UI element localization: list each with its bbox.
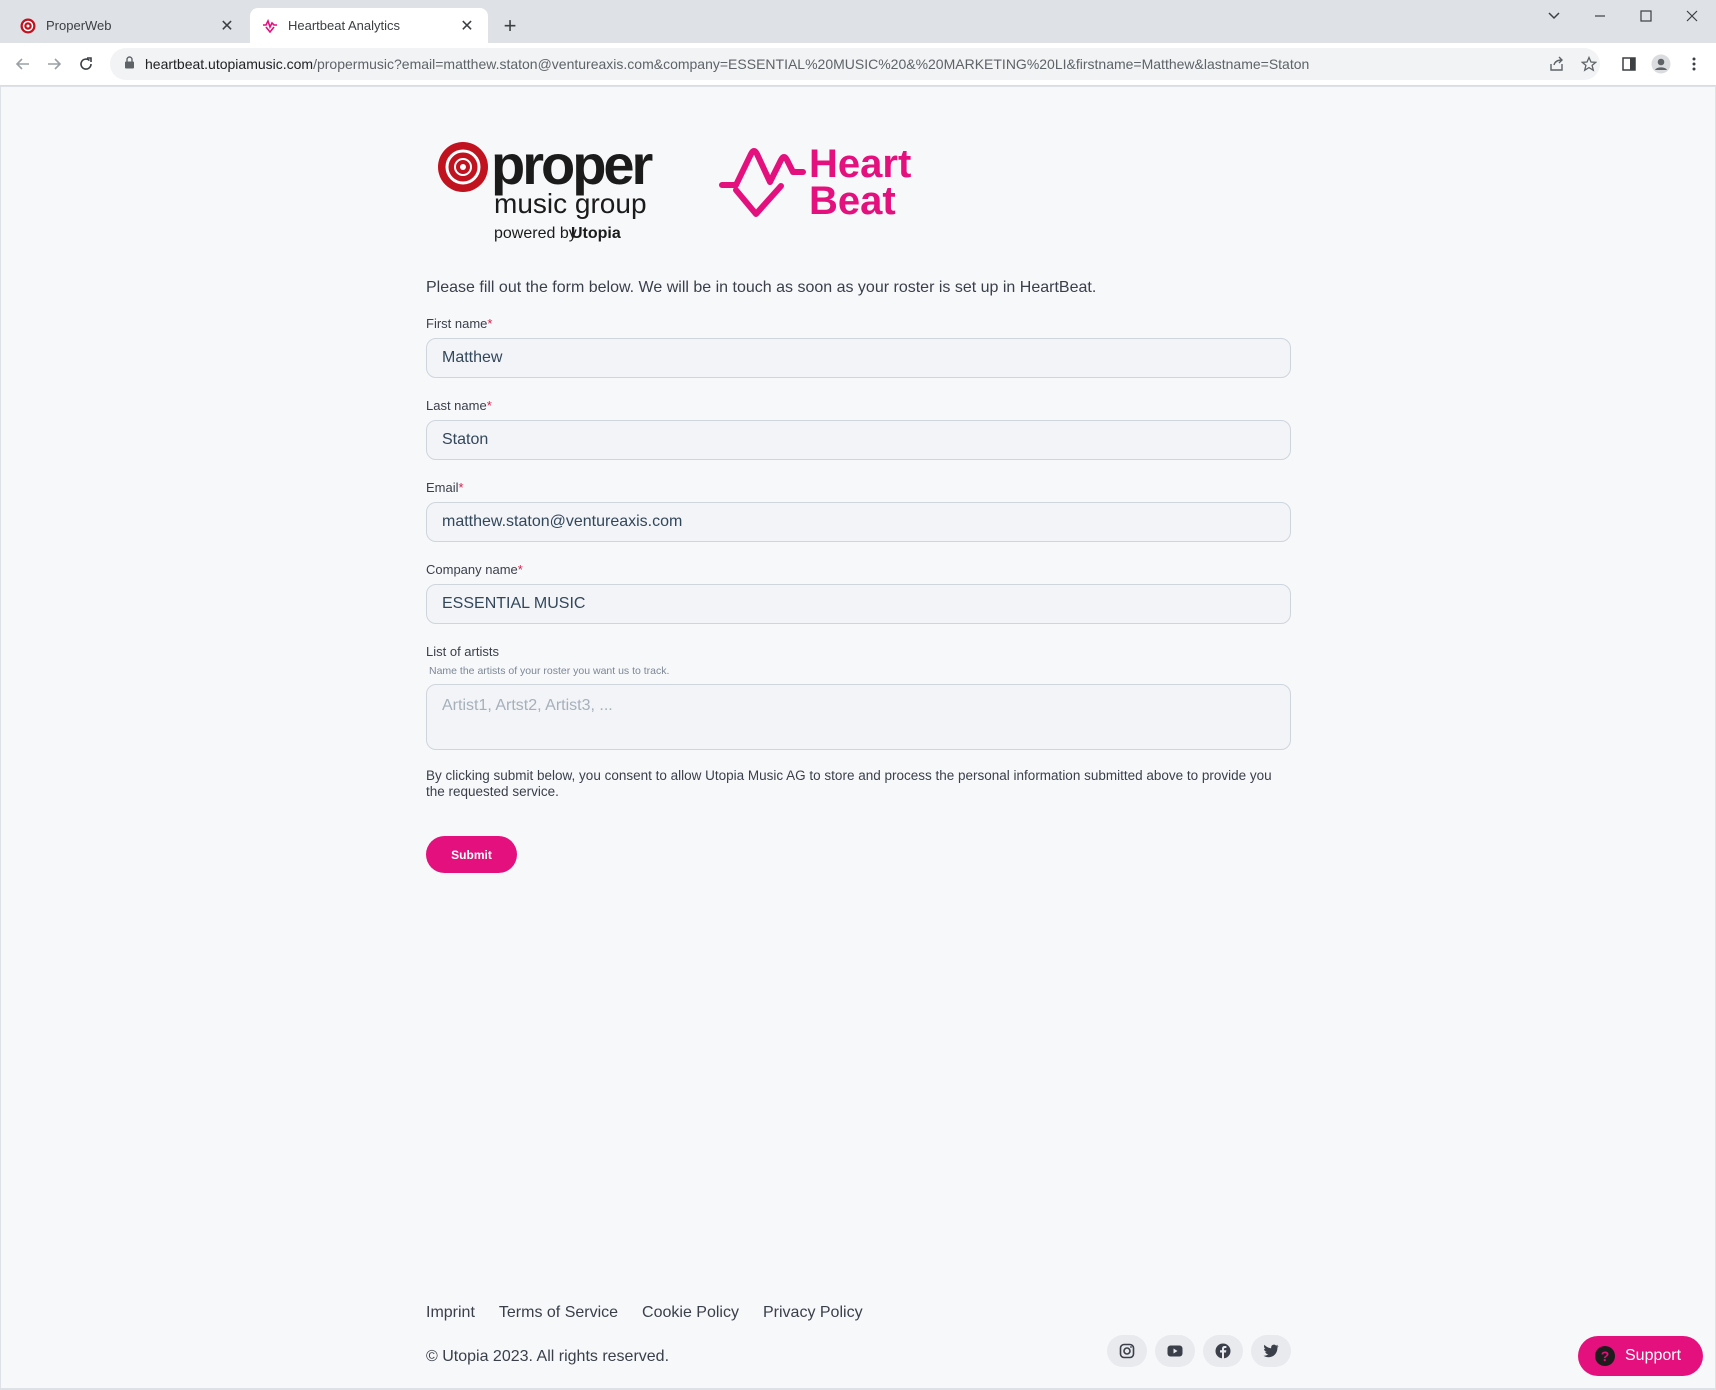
forward-icon[interactable] — [39, 49, 69, 79]
required-asterisk: * — [458, 480, 464, 495]
required-asterisk: * — [486, 398, 492, 413]
imprint-link[interactable]: Imprint — [426, 1304, 475, 1322]
tab-heartbeat-analytics[interactable]: Heartbeat Analytics ✕ — [250, 8, 488, 43]
proper-music-group-logo: proper music group powered by Utopia — [438, 140, 656, 242]
input-value: ESSENTIAL MUSIC — [442, 595, 586, 612]
heartbeat-favicon-icon — [262, 18, 278, 34]
consent-text: By clicking submit below, you consent to… — [426, 768, 1272, 799]
brand-logos: proper music group powered by Utopia Hea… — [438, 140, 911, 242]
beat-text: Beat — [809, 179, 896, 223]
powered-by-text: powered by — [494, 225, 577, 242]
privacy-policy-link[interactable]: Privacy Policy — [763, 1304, 863, 1322]
footer-links: Imprint Terms of Service Cookie Policy P… — [426, 1304, 887, 1322]
lock-icon — [124, 56, 135, 72]
help-icon: ? — [1595, 1346, 1615, 1366]
company-name-label: Company name* — [426, 562, 523, 577]
first-name-input[interactable]: Matthew — [426, 338, 1291, 378]
input-value: Matthew — [442, 349, 503, 366]
address-bar[interactable]: heartbeat.utopiamusic.com/propermusic?em… — [110, 48, 1600, 80]
maximize-icon[interactable] — [1623, 0, 1669, 32]
first-name-label: First name* — [426, 316, 492, 331]
side-panel-icon[interactable] — [1614, 49, 1644, 79]
minimize-icon[interactable] — [1577, 0, 1623, 32]
url-text: heartbeat.utopiamusic.com/propermusic?em… — [145, 56, 1309, 72]
label-text: First name — [426, 316, 488, 331]
tab-close-icon[interactable]: ✕ — [218, 17, 236, 35]
browser-tab-bar: ProperWeb ✕ Heartbeat Analytics ✕ + — [0, 0, 1716, 43]
url-host: heartbeat.utopiamusic.com — [145, 56, 314, 72]
artists-textarea[interactable]: Artist1, Artst2, Artist3, ... — [426, 684, 1291, 750]
tab-title: Heartbeat Analytics — [288, 18, 401, 33]
support-button[interactable]: ? Support — [1578, 1336, 1703, 1376]
required-asterisk: * — [517, 562, 523, 577]
browser-toolbar: heartbeat.utopiamusic.com/propermusic?em… — [0, 43, 1716, 86]
cookie-policy-link[interactable]: Cookie Policy — [642, 1304, 739, 1322]
support-label: Support — [1625, 1347, 1682, 1364]
utopia-text: Utopia — [571, 225, 621, 242]
last-name-label: Last name* — [426, 398, 492, 413]
artists-label: List of artists — [426, 644, 499, 659]
label-text: Last name — [426, 398, 487, 413]
required-asterisk: * — [487, 316, 493, 331]
music-group-text: music group — [494, 188, 647, 219]
reload-icon[interactable] — [71, 49, 101, 79]
submit-button[interactable]: Submit — [426, 836, 517, 873]
tab-close-icon[interactable]: ✕ — [458, 17, 476, 35]
bookmark-star-icon[interactable] — [1574, 49, 1604, 79]
form-intro-text: Please fill out the form below. We will … — [426, 279, 1097, 296]
close-window-icon[interactable] — [1669, 0, 1715, 32]
properweb-favicon-icon — [20, 18, 36, 34]
company-name-input[interactable]: ESSENTIAL MUSIC — [426, 584, 1291, 624]
input-value: Staton — [442, 431, 489, 448]
profile-avatar-icon[interactable] — [1646, 49, 1676, 79]
share-icon[interactable] — [1542, 49, 1572, 79]
back-icon[interactable] — [8, 49, 38, 79]
new-tab-button[interactable]: + — [497, 13, 523, 39]
email-input[interactable]: matthew.staton@ventureaxis.com — [426, 502, 1291, 542]
youtube-icon[interactable] — [1155, 1335, 1195, 1367]
tab-properweb[interactable]: ProperWeb ✕ — [8, 8, 248, 43]
terms-of-service-link[interactable]: Terms of Service — [499, 1304, 618, 1322]
url-path: /propermusic?email=matthew.staton@ventur… — [313, 56, 1310, 72]
tab-title: ProperWeb — [46, 18, 112, 33]
email-label: Email* — [426, 480, 464, 495]
twitter-icon[interactable] — [1251, 1335, 1291, 1367]
label-text: Email — [426, 480, 459, 495]
copyright-text: © Utopia 2023. All rights reserved. — [426, 1348, 670, 1365]
facebook-icon[interactable] — [1203, 1335, 1243, 1367]
instagram-icon[interactable] — [1107, 1335, 1147, 1367]
input-value: matthew.staton@ventureaxis.com — [442, 513, 683, 530]
last-name-input[interactable]: Staton — [426, 420, 1291, 460]
heartbeat-logo: Heart Beat — [719, 142, 911, 223]
artists-helper-text: Name the artists of your roster you want… — [429, 665, 670, 677]
browser-menu-icon[interactable] — [1679, 49, 1709, 79]
page-body: proper music group powered by Utopia Hea… — [1, 87, 1715, 1388]
label-text: Company name — [426, 562, 518, 577]
artists-placeholder: Artist1, Artst2, Artist3, ... — [442, 697, 613, 714]
tab-search-icon[interactable] — [1531, 0, 1577, 32]
